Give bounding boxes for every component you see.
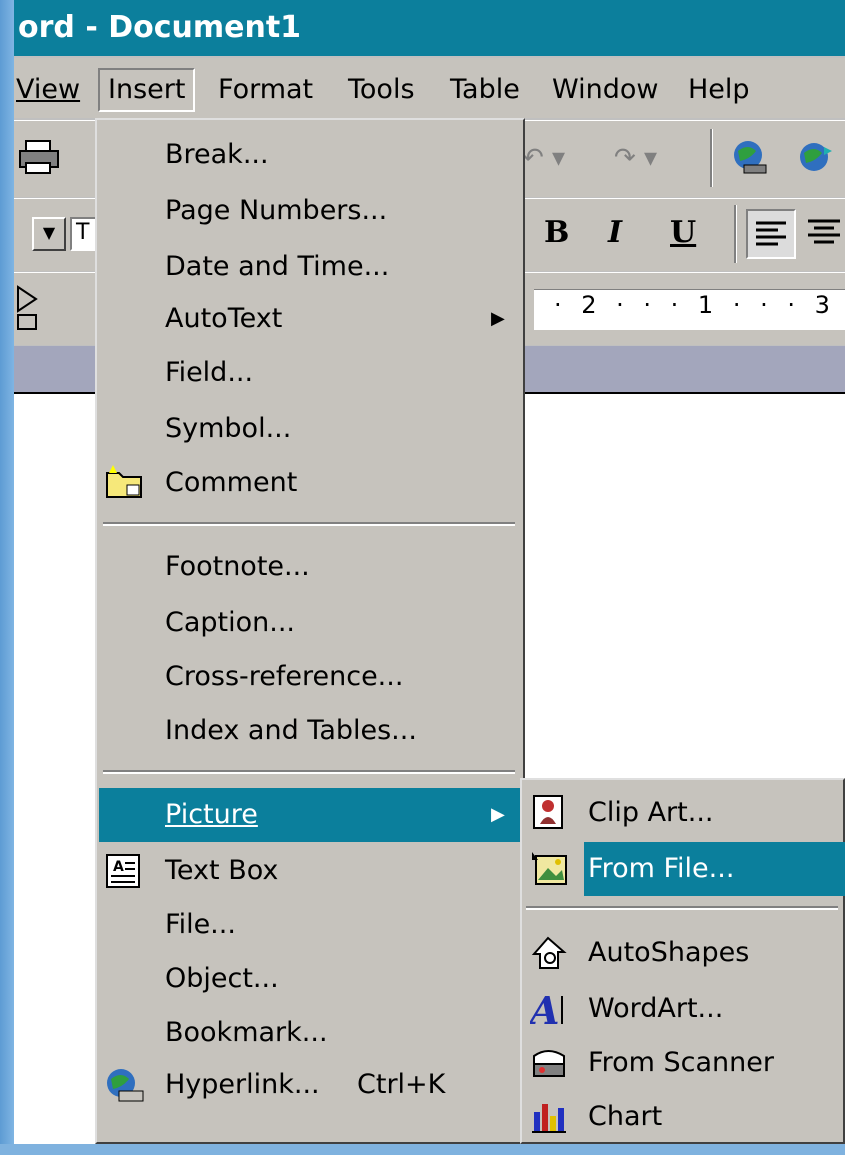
menu-insert[interactable]: Insert [98, 68, 196, 112]
menu-item-field[interactable]: Field... [99, 348, 521, 398]
globe-icon[interactable] [794, 137, 834, 186]
menu-item-caption[interactable]: Caption... [99, 598, 521, 648]
ruler-ticks: · 2 · · · 1 · · · 3 [554, 291, 836, 319]
toolbar-separator [734, 205, 737, 263]
menu-tools[interactable]: Tools [348, 70, 415, 110]
menu-separator [103, 522, 515, 526]
hyperlink-shortcut: Ctrl+K [357, 1069, 446, 1100]
menu-window[interactable]: Window [552, 70, 658, 110]
menu-item-symbol[interactable]: Symbol... [99, 404, 521, 454]
comment-icon [105, 465, 142, 501]
menu-format[interactable]: Format [218, 70, 313, 110]
menu-item-picture[interactable]: Picture ▶ [99, 788, 521, 842]
autoshapes-icon [530, 934, 568, 972]
print-icon[interactable] [18, 137, 62, 186]
menu-item-chart[interactable]: Chart [524, 1090, 845, 1144]
menu-item-index-and-tables[interactable]: Index and Tables... [99, 706, 521, 756]
align-left-icon [756, 221, 786, 246]
align-left-button[interactable] [746, 209, 796, 259]
menu-item-file[interactable]: File... [99, 900, 521, 950]
wordart-icon: A [527, 988, 568, 1033]
insert-menu: Break... Page Numbers... Date and Time..… [95, 118, 525, 1144]
menu-item-from-file[interactable]: From File... [524, 842, 845, 896]
title-bar: ord - Document1 [14, 0, 845, 56]
menu-item-text-box[interactable]: A Text Box [99, 846, 521, 896]
menu-item-clip-art[interactable]: Clip Art... [524, 786, 845, 840]
menu-item-hyperlink[interactable]: Hyperlink... Ctrl+K [99, 1060, 521, 1110]
svg-text:A: A [530, 990, 559, 1028]
text-box-icon: A [105, 853, 141, 889]
menu-item-bookmark[interactable]: Bookmark... [99, 1008, 521, 1058]
hyperlink-icon [105, 1067, 144, 1103]
align-center-icon [808, 219, 840, 244]
menu-separator [526, 906, 838, 910]
menu-item-autoshapes[interactable]: AutoShapes [524, 926, 845, 980]
undo-icon[interactable]: ↶ ▾ [522, 143, 565, 173]
toolbar-separator [710, 129, 713, 187]
menu-view[interactable]: View [16, 70, 80, 110]
menu-item-footnote[interactable]: Footnote... [99, 542, 521, 592]
menu-item-comment[interactable]: Comment [99, 458, 521, 508]
indent-marker-icon[interactable] [16, 285, 40, 333]
submenu-arrow-icon: ▶ [491, 308, 505, 329]
submenu-arrow-icon: ▶ [491, 804, 505, 825]
menu-item-from-scanner[interactable]: From Scanner [524, 1036, 845, 1090]
font-dropdown-arrow[interactable]: ▼ [32, 217, 66, 251]
menu-item-break[interactable]: Break... [99, 130, 521, 180]
clip-art-icon [530, 794, 568, 832]
chart-icon [530, 1098, 568, 1136]
menu-item-object[interactable]: Object... [99, 954, 521, 1004]
scanner-icon [530, 1044, 568, 1082]
menu-bar: View Insert Format Tools Table Window He… [14, 58, 845, 118]
bold-button[interactable]: B [544, 215, 569, 250]
menu-item-date-and-time[interactable]: Date and Time... [99, 242, 521, 292]
menu-item-page-numbers[interactable]: Page Numbers... [99, 186, 521, 236]
web-toolbar-icon[interactable] [730, 137, 770, 186]
svg-text:A: A [113, 859, 124, 875]
picture-submenu: Clip Art... From File... AutoShapes A Wo… [520, 778, 845, 1144]
window-title: ord - Document1 [18, 10, 302, 45]
menu-separator [103, 770, 515, 774]
menu-help[interactable]: Help [688, 70, 750, 110]
menu-item-cross-reference[interactable]: Cross-reference... [99, 652, 521, 702]
redo-icon[interactable]: ↷ ▾ [614, 143, 657, 173]
underline-button[interactable]: U [670, 215, 696, 250]
menu-item-autotext[interactable]: AutoText ▶ [99, 294, 521, 344]
center-align-button[interactable] [804, 209, 844, 259]
italic-button[interactable]: I [608, 215, 622, 250]
from-file-icon [530, 850, 568, 888]
menu-table[interactable]: Table [450, 70, 520, 110]
menu-item-wordart[interactable]: A WordArt... [524, 982, 845, 1036]
